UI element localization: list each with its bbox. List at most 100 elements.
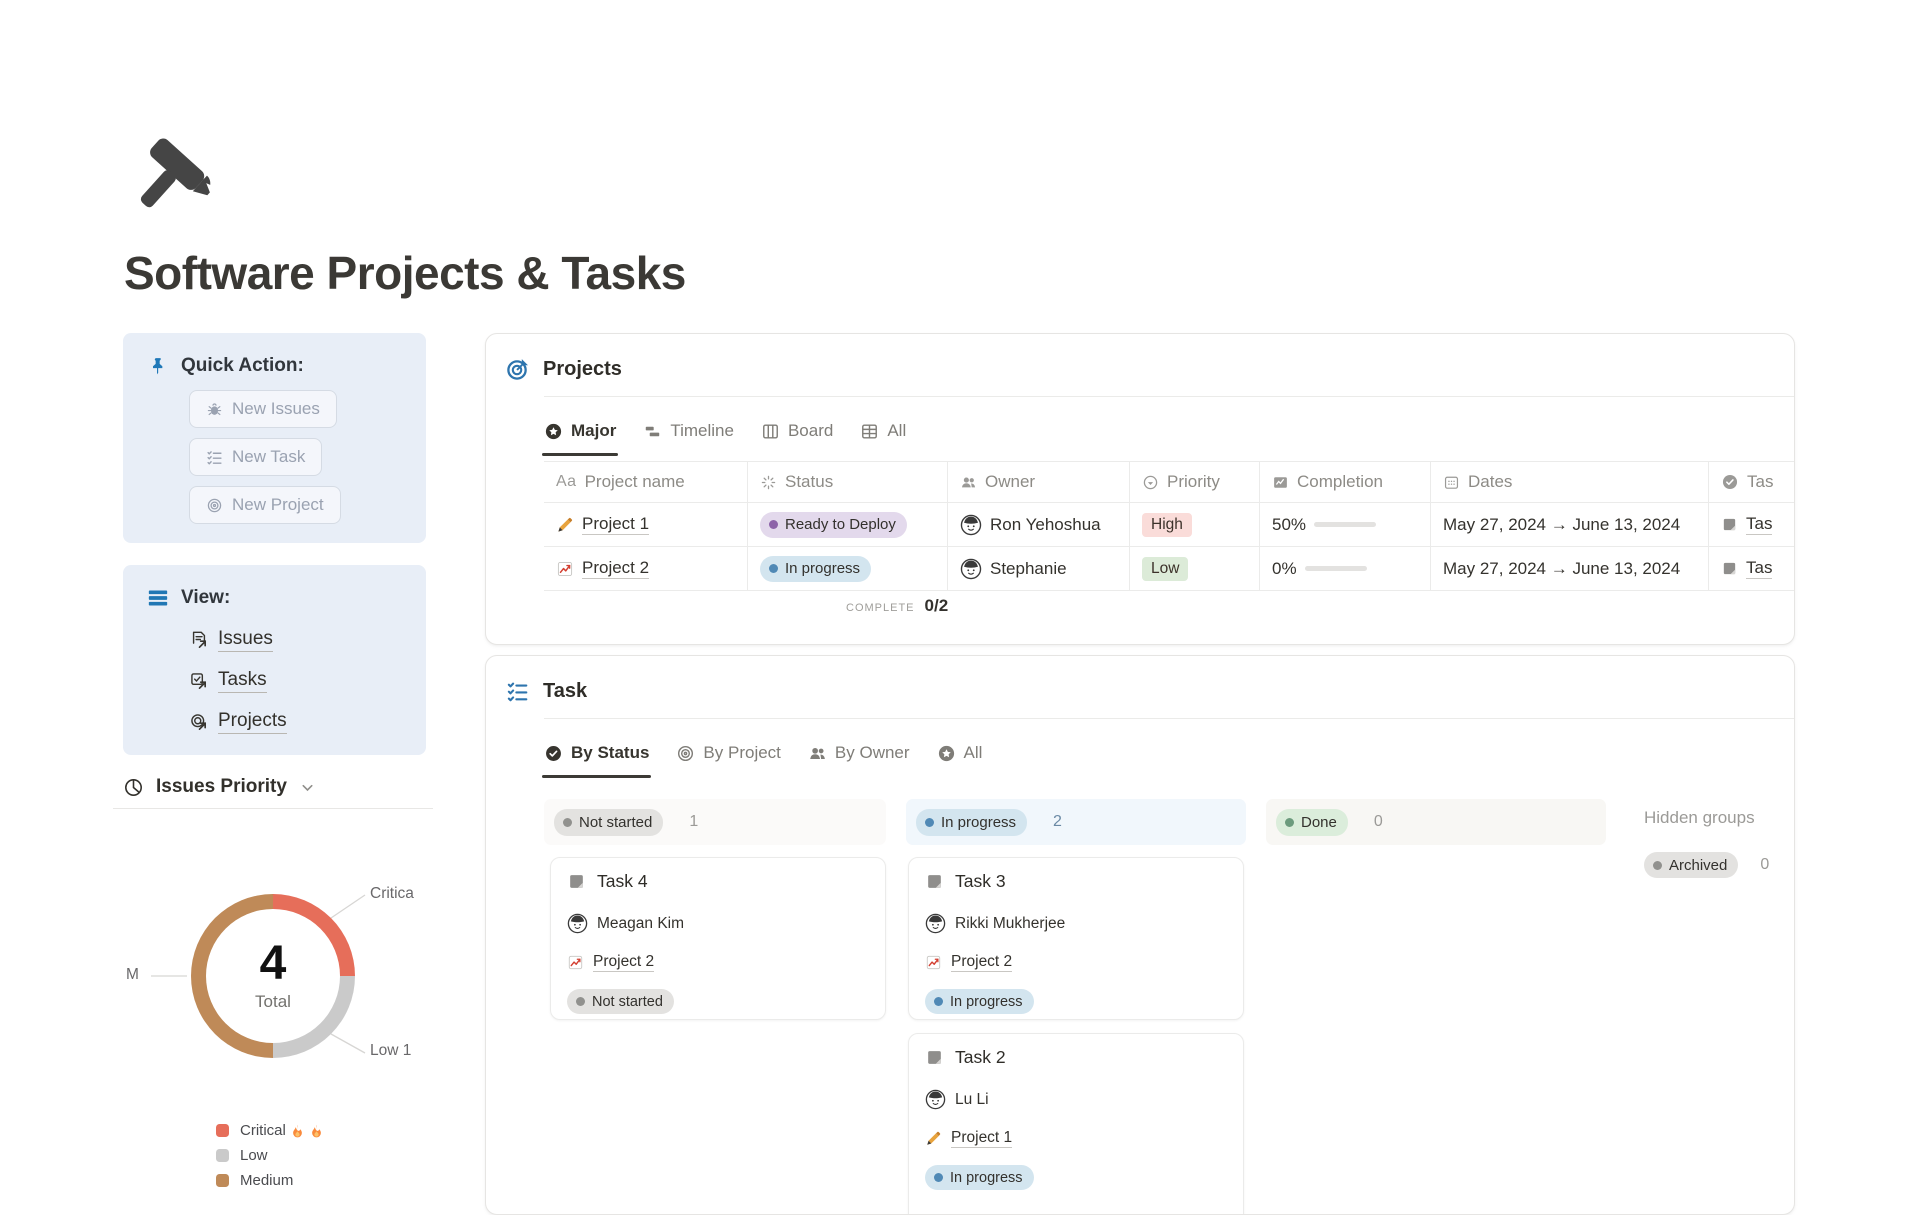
table-row[interactable]: Project 2 In progress Stephanie Low 0% M… <box>544 547 1795 591</box>
projects-section: Projects Major Timeline Board All <box>485 333 1795 645</box>
task-project-link[interactable]: Project 2 <box>593 953 654 972</box>
group-badge: In progress <box>916 809 1027 836</box>
page-icon <box>1721 560 1738 577</box>
star-circle-icon <box>544 422 563 441</box>
people-icon <box>808 744 827 763</box>
donut-ring: 4 Total <box>191 894 355 1058</box>
avatar <box>567 913 588 934</box>
owner-cell: Stephanie <box>948 547 1130 590</box>
project-name-cell[interactable]: Project 1 <box>544 503 748 546</box>
tab-all[interactable]: All <box>860 414 906 448</box>
status-cell: In progress <box>748 547 948 590</box>
donut-total-value: 4 <box>255 940 291 988</box>
donut-total-label: Total <box>255 992 291 1012</box>
project-name-cell[interactable]: Project 2 <box>544 547 748 590</box>
tasks-cell[interactable]: Tas <box>1709 503 1795 546</box>
task-owner: Lu Li <box>955 1091 989 1109</box>
task-owner: Rikki Mukherjee <box>955 915 1065 933</box>
check-circle-dark-icon <box>544 744 563 763</box>
page-icon <box>925 1048 944 1067</box>
task-card-task4[interactable]: Task 4 Meagan Kim Project 2 Not started <box>550 857 886 1020</box>
tab-timeline[interactable]: Timeline <box>643 414 734 448</box>
view-panel: View: Issues Tasks Projects <box>123 565 426 755</box>
fire-icon <box>309 1123 324 1139</box>
legend-item-medium: Medium <box>216 1168 324 1193</box>
check-circle-icon <box>1721 473 1739 491</box>
tab-board[interactable]: Board <box>761 414 833 448</box>
status-spinner-icon <box>760 474 777 491</box>
page-icon <box>1721 516 1738 533</box>
callout-low: Low 1 <box>370 1042 411 1060</box>
tab-by-project[interactable]: By Project <box>676 736 780 770</box>
pushpin-icon <box>148 356 168 376</box>
completion-icon <box>1272 474 1289 491</box>
quick-action-title: Quick Action: <box>181 355 304 377</box>
view-link-tasks[interactable]: Tasks <box>189 666 267 696</box>
avatar <box>960 558 982 580</box>
legend-item-critical: Critical <box>216 1118 324 1143</box>
chevron-down-icon[interactable] <box>299 779 316 796</box>
tab-major-label: Major <box>571 421 616 441</box>
table-footer-complete: COMPLETE 0/2 <box>846 596 948 616</box>
issues-priority-heading: Issues Priority <box>123 772 316 802</box>
timeline-icon <box>643 422 662 441</box>
new-project-button[interactable]: New Project <box>189 486 341 524</box>
tab-major[interactable]: Major <box>544 414 616 448</box>
col-priority[interactable]: Priority <box>1130 462 1260 502</box>
col-completion[interactable]: Completion <box>1260 462 1431 502</box>
people-icon <box>960 474 977 491</box>
table-row[interactable]: Project 1 Ready to Deploy Ron Yehoshua H… <box>544 503 1795 547</box>
chart-up-icon <box>556 560 574 578</box>
archived-badge[interactable]: Archived <box>1644 852 1738 878</box>
new-issues-button[interactable]: New Issues <box>189 390 337 428</box>
divider <box>113 808 433 809</box>
quick-action-panel: Quick Action: New Issues New Task New Pr… <box>123 333 426 543</box>
legend-label-medium: Medium <box>240 1172 293 1189</box>
legend-swatch-medium <box>216 1174 229 1187</box>
col-tasks[interactable]: Tas <box>1709 462 1795 502</box>
task-card-title: Task 4 <box>597 871 648 892</box>
text-aa-icon: Aa <box>556 473 577 491</box>
task-card-task3[interactable]: Task 3 Rikki Mukherjee Project 2 In prog… <box>908 857 1244 1020</box>
tab-by-owner[interactable]: By Owner <box>808 736 910 770</box>
col-project-name[interactable]: Aa Project name <box>544 462 748 502</box>
projects-view-tabs: Major Timeline Board All <box>544 414 906 448</box>
page-icon <box>925 872 944 891</box>
projects-table: Aa Project name Status Owner <box>544 461 1795 591</box>
group-badge: Done <box>1276 809 1348 836</box>
chart-legend: Critical Low Medium <box>216 1118 324 1193</box>
task-project-link[interactable]: Project 2 <box>951 953 1012 972</box>
progress-bar <box>1305 566 1367 571</box>
col-owner[interactable]: Owner <box>948 462 1130 502</box>
projects-title: Projects <box>543 358 622 381</box>
view-link-issues-label: Issues <box>218 628 273 652</box>
group-header-done: Done 0 <box>1266 799 1606 845</box>
group-count: 2 <box>1053 813 1062 831</box>
tab-by-status[interactable]: By Status <box>544 736 649 770</box>
project-link[interactable]: Project 2 <box>582 558 649 579</box>
target-icon <box>206 497 223 514</box>
col-dates[interactable]: Dates <box>1431 462 1709 502</box>
task-arrow-icon <box>189 671 209 691</box>
dates-cell: May 27, 2024 → June 13, 2024 <box>1431 547 1709 590</box>
tab-all[interactable]: All <box>937 736 983 770</box>
table-icon <box>860 422 879 441</box>
col-status[interactable]: Status <box>748 462 948 502</box>
task-card-task2[interactable]: Task 2 Lu Li Project 1 In progress <box>908 1033 1244 1215</box>
chart-up-icon <box>567 954 584 971</box>
checklist-blue-icon <box>506 680 529 703</box>
new-project-label: New Project <box>232 495 324 515</box>
priority-cell: Low <box>1130 547 1260 590</box>
owner-cell: Ron Yehoshua <box>948 503 1130 546</box>
new-task-button[interactable]: New Task <box>189 438 322 476</box>
task-owner: Meagan Kim <box>597 915 684 933</box>
project-link[interactable]: Project 1 <box>582 514 649 535</box>
bug-icon <box>206 401 223 418</box>
view-link-issues[interactable]: Issues <box>189 625 273 655</box>
group-header-not-started: Not started 1 <box>544 799 886 845</box>
task-project-link[interactable]: Project 1 <box>951 1129 1012 1148</box>
view-link-projects[interactable]: Projects <box>189 707 287 737</box>
legend-swatch-critical <box>216 1124 229 1137</box>
status-badge: In progress <box>760 556 871 582</box>
tasks-cell[interactable]: Tas <box>1709 547 1795 590</box>
